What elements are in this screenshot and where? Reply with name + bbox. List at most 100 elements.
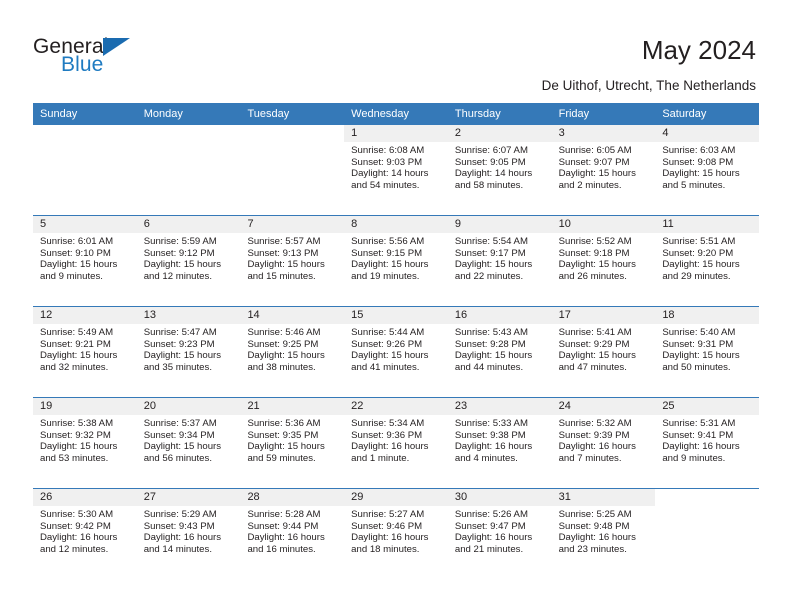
day-details: Sunrise: 5:47 AM Sunset: 9:23 PM Daylight:… <box>137 324 241 373</box>
day-detail-line: and 23 minutes. <box>558 543 627 555</box>
day-detail-line: Daylight: 15 hours <box>454 350 533 362</box>
calendar-day-cell[interactable]: 23 Sunrise: 5:33 AM Sunset: 9:38 PM Dayligh… <box>447 398 552 488</box>
day-detail-line: Daylight: 15 hours <box>558 350 636 362</box>
day-detail-line: Sunset: 9:20 PM <box>662 247 734 259</box>
calendar-day-cell[interactable]: 3 Sunrise: 6:05 AM Sunset: 9:07 PM Daylight… <box>551 125 656 215</box>
page-title: May 2024 <box>641 35 756 65</box>
calendar-day-cell[interactable]: 30 Sunrise: 5:26 AM Sunset: 9:47 PM Dayligh… <box>447 489 552 579</box>
calendar-day-cell[interactable]: 29 Sunrise: 5:27 AM Sunset: 9:46 PM Dayligh… <box>344 489 448 579</box>
day-number: 28 <box>240 489 345 506</box>
day-detail-line: Daylight: 15 hours <box>558 259 636 271</box>
day-details: Sunrise: 5:57 AM Sunset: 9:13 PM Daylight:… <box>240 233 344 282</box>
calendar-day-cell[interactable]: 14 Sunrise: 5:46 AM Sunset: 9:25 PM Dayligh… <box>240 307 345 397</box>
page-subtitle: De Uithof, Utrecht, The Netherlands <box>541 78 756 93</box>
calendar-week-row: 1 Sunrise: 6:08 AM Sunset: 9:03 PM Daylight… <box>33 125 760 215</box>
day-detail-line: Sunset: 9:03 PM <box>351 156 423 168</box>
day-detail-line: Daylight: 15 hours <box>40 259 118 271</box>
day-detail-line: Sunrise: 5:27 AM <box>351 509 425 520</box>
day-detail-line: Sunset: 9:15 PM <box>351 247 423 259</box>
calendar-day-cell[interactable]: 22 Sunrise: 5:34 AM Sunset: 9:36 PM Dayligh… <box>344 398 448 488</box>
day-number: 3 <box>551 125 656 142</box>
calendar-day-cell[interactable]: 26 Sunrise: 5:30 AM Sunset: 9:42 PM Dayligh… <box>33 489 137 579</box>
calendar-day-cell-empty <box>136 125 241 215</box>
calendar-day-cell[interactable]: 2 Sunrise: 6:07 AM Sunset: 9:05 PM Daylight… <box>447 125 552 215</box>
day-number: 29 <box>344 489 448 506</box>
calendar-day-cell[interactable]: 25 Sunrise: 5:31 AM Sunset: 9:41 PM Dayligh… <box>655 398 760 488</box>
day-detail-line: Daylight: 15 hours <box>662 350 740 362</box>
generalblue-logo[interactable]: General Blue <box>33 36 233 82</box>
calendar-day-cell[interactable]: 27 Sunrise: 5:29 AM Sunset: 9:43 PM Dayligh… <box>136 489 241 579</box>
day-detail-line: Sunrise: 5:37 AM <box>143 418 217 429</box>
day-details: Sunrise: 5:34 AM Sunset: 9:36 PM Daylight:… <box>344 415 448 464</box>
calendar-day-cell-empty <box>33 125 137 215</box>
day-number: 20 <box>136 398 241 415</box>
weekday-header-saturday: Saturday <box>662 108 707 120</box>
day-detail-line: Sunrise: 5:56 AM <box>351 236 425 247</box>
day-detail-line: Daylight: 16 hours <box>351 441 429 453</box>
calendar-day-cell[interactable]: 8 Sunrise: 5:56 AM Sunset: 9:15 PM Daylight… <box>344 216 448 306</box>
day-details: Sunrise: 5:49 AM Sunset: 9:21 PM Daylight:… <box>33 324 137 373</box>
day-detail-line: Sunset: 9:39 PM <box>558 429 630 441</box>
calendar-day-cell[interactable]: 19 Sunrise: 5:38 AM Sunset: 9:32 PM Dayligh… <box>33 398 137 488</box>
day-detail-line: Sunrise: 5:31 AM <box>662 418 736 429</box>
day-number: 4 <box>655 125 760 142</box>
day-number: 2 <box>447 125 552 142</box>
weekday-header-wednesday: Wednesday <box>351 108 410 120</box>
calendar-day-cell[interactable]: 10 Sunrise: 5:52 AM Sunset: 9:18 PM Dayligh… <box>551 216 656 306</box>
calendar-day-cell[interactable]: 18 Sunrise: 5:40 AM Sunset: 9:31 PM Dayligh… <box>655 307 760 397</box>
calendar-day-cell[interactable]: 24 Sunrise: 5:32 AM Sunset: 9:39 PM Dayligh… <box>551 398 656 488</box>
calendar-day-cell[interactable]: 11 Sunrise: 5:51 AM Sunset: 9:20 PM Dayligh… <box>655 216 760 306</box>
day-details: Sunrise: 6:03 AM Sunset: 9:08 PM Daylight:… <box>655 142 759 191</box>
day-number: 30 <box>447 489 552 506</box>
day-details: Sunrise: 5:25 AM Sunset: 9:48 PM Daylight:… <box>552 506 656 555</box>
day-detail-line: Sunset: 9:43 PM <box>143 520 215 532</box>
calendar-day-cell[interactable]: 9 Sunrise: 5:54 AM Sunset: 9:17 PM Daylight… <box>447 216 552 306</box>
day-detail-line: Sunrise: 5:51 AM <box>662 236 736 247</box>
calendar-day-cell[interactable]: 1 Sunrise: 6:08 AM Sunset: 9:03 PM Daylight… <box>344 125 448 215</box>
day-detail-line: Sunrise: 6:01 AM <box>40 236 114 247</box>
day-detail-line: Sunrise: 5:33 AM <box>454 418 528 429</box>
day-detail-line: Daylight: 15 hours <box>454 259 533 271</box>
calendar-day-cell[interactable]: 12 Sunrise: 5:49 AM Sunset: 9:21 PM Dayligh… <box>33 307 137 397</box>
day-details <box>240 142 344 145</box>
calendar-day-cell[interactable]: 16 Sunrise: 5:43 AM Sunset: 9:28 PM Dayligh… <box>447 307 552 397</box>
day-details: Sunrise: 5:30 AM Sunset: 9:42 PM Daylight:… <box>33 506 137 555</box>
day-detail-line: Sunset: 9:42 PM <box>40 520 111 532</box>
day-details: Sunrise: 5:52 AM Sunset: 9:18 PM Daylight:… <box>552 233 656 282</box>
day-detail-line: Sunrise: 6:08 AM <box>351 145 425 156</box>
calendar-day-cell[interactable]: 28 Sunrise: 5:28 AM Sunset: 9:44 PM Dayligh… <box>240 489 345 579</box>
calendar-day-cell[interactable]: 21 Sunrise: 5:36 AM Sunset: 9:35 PM Dayligh… <box>240 398 345 488</box>
day-detail-line: Daylight: 15 hours <box>351 259 429 271</box>
day-detail-line: and 47 minutes. <box>558 361 627 373</box>
day-number: 12 <box>33 307 137 324</box>
calendar-day-cell[interactable]: 7 Sunrise: 5:57 AM Sunset: 9:13 PM Daylight… <box>240 216 345 306</box>
weekday-header-tuesday: Tuesday <box>247 108 290 120</box>
day-number: 26 <box>33 489 137 506</box>
day-number <box>240 125 345 142</box>
calendar-day-cell[interactable]: 5 Sunrise: 6:01 AM Sunset: 9:10 PM Daylight… <box>33 216 137 306</box>
day-number: 21 <box>240 398 345 415</box>
weekday-header-row: Sunday Monday Tuesday Wednesday Thursday Frid… <box>33 103 759 125</box>
day-detail-line: and 41 minutes. <box>351 361 420 373</box>
day-details: Sunrise: 5:54 AM Sunset: 9:17 PM Daylight:… <box>448 233 552 282</box>
day-number: 17 <box>551 307 656 324</box>
day-number: 18 <box>655 307 760 324</box>
calendar-day-cell[interactable]: 20 Sunrise: 5:37 AM Sunset: 9:34 PM Dayligh… <box>136 398 241 488</box>
calendar-day-cell[interactable]: 4 Sunrise: 6:03 AM Sunset: 9:08 PM Daylight… <box>655 125 760 215</box>
calendar-day-cell[interactable]: 31 Sunrise: 5:25 AM Sunset: 9:48 PM Dayligh… <box>551 489 656 579</box>
calendar-day-cell[interactable]: 15 Sunrise: 5:44 AM Sunset: 9:26 PM Dayligh… <box>344 307 448 397</box>
day-detail-line: Sunset: 9:31 PM <box>662 338 734 350</box>
day-detail-line: Daylight: 15 hours <box>143 441 222 453</box>
calendar-day-cell[interactable]: 6 Sunrise: 5:59 AM Sunset: 9:12 PM Daylight… <box>136 216 241 306</box>
day-details: Sunrise: 5:44 AM Sunset: 9:26 PM Daylight:… <box>344 324 448 373</box>
calendar-day-cell[interactable]: 13 Sunrise: 5:47 AM Sunset: 9:23 PM Dayligh… <box>136 307 241 397</box>
day-details: Sunrise: 5:29 AM Sunset: 9:43 PM Daylight:… <box>137 506 241 555</box>
day-detail-line: and 2 minutes. <box>558 179 622 191</box>
day-number <box>655 489 760 506</box>
day-detail-line: Daylight: 15 hours <box>40 350 118 362</box>
day-detail-line: Sunset: 9:07 PM <box>558 156 630 168</box>
day-detail-line: Sunset: 9:46 PM <box>351 520 423 532</box>
calendar-day-cell[interactable]: 17 Sunrise: 5:41 AM Sunset: 9:29 PM Dayligh… <box>551 307 656 397</box>
day-detail-line: Daylight: 15 hours <box>143 350 222 362</box>
day-detail-line: Sunrise: 5:59 AM <box>143 236 217 247</box>
